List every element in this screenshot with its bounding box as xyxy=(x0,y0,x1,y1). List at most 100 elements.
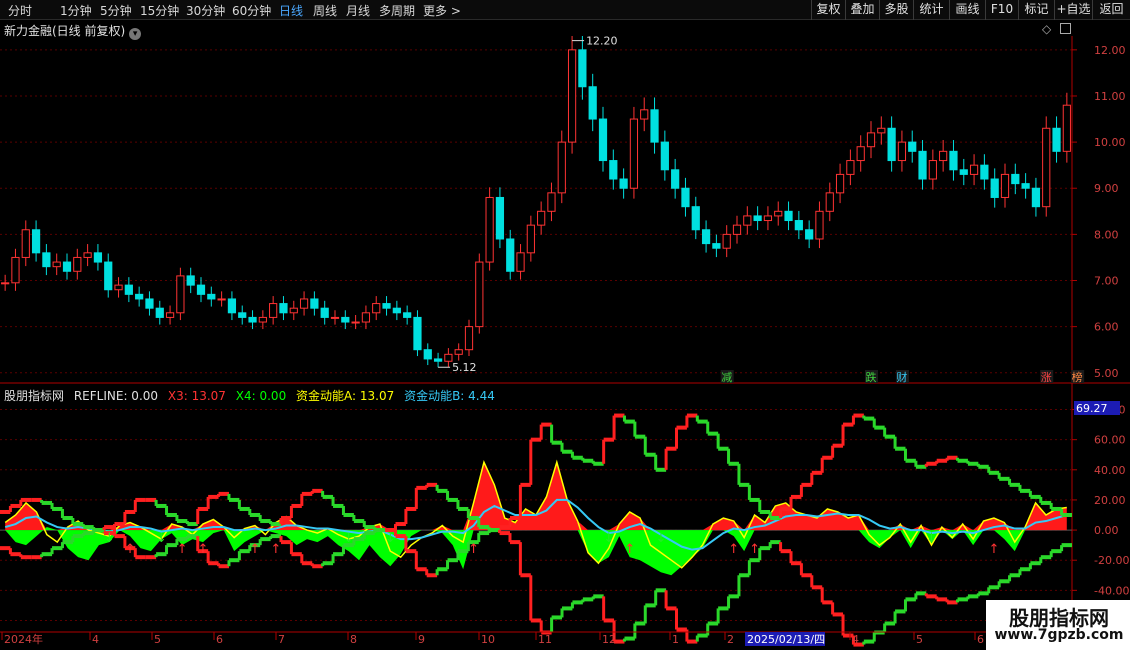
lower-band xyxy=(145,555,157,560)
x-tick-label: 1 xyxy=(672,633,679,646)
lower-band xyxy=(499,531,510,536)
lower-band xyxy=(10,552,21,557)
candle-body xyxy=(846,160,855,175)
upper-band xyxy=(457,506,469,511)
upper-band xyxy=(614,413,625,418)
lower-band xyxy=(832,612,844,617)
upper-band xyxy=(124,509,136,514)
lower-band xyxy=(156,552,167,557)
lower-band xyxy=(1019,567,1031,572)
lower-band xyxy=(1030,561,1041,566)
lower-band xyxy=(62,540,73,545)
upper-band xyxy=(967,461,979,466)
lower-band xyxy=(822,600,833,605)
upper-band xyxy=(176,519,188,524)
lower-band xyxy=(728,594,739,599)
upper-band xyxy=(645,452,656,457)
candle-body xyxy=(712,243,721,249)
candle-body xyxy=(753,215,762,222)
upper-band xyxy=(353,519,365,524)
upper-band xyxy=(405,506,417,511)
candle-body xyxy=(21,229,30,258)
upper-band xyxy=(301,491,313,496)
buy-arrow: ↑ xyxy=(468,542,479,557)
upper-band xyxy=(291,503,302,508)
candle-body xyxy=(784,210,793,222)
candle-body xyxy=(722,233,731,249)
buy-arrow: ↑ xyxy=(728,542,739,557)
lower-band xyxy=(457,549,469,554)
upper-band xyxy=(1040,500,1052,505)
candle-body xyxy=(52,261,61,268)
x-tick-label: 8 xyxy=(350,633,357,646)
lower-band xyxy=(353,537,365,542)
lower-band xyxy=(437,567,448,572)
lower-band xyxy=(509,540,521,545)
x-tick-label: 4 xyxy=(852,633,859,646)
upper-band xyxy=(447,497,458,502)
candle-body xyxy=(887,127,896,162)
upper-band xyxy=(20,497,32,502)
price-tick-label: 12.00 xyxy=(1094,44,1126,57)
candle-body xyxy=(578,49,587,88)
upper-band xyxy=(322,494,334,499)
candle-body xyxy=(547,192,556,212)
lower-band xyxy=(228,558,240,563)
upper-band xyxy=(697,419,708,424)
candle-body xyxy=(1042,127,1051,208)
candle-body xyxy=(114,284,123,291)
candle-body xyxy=(526,224,535,254)
lower-band xyxy=(957,597,968,602)
candle-body xyxy=(660,141,669,171)
upper-band xyxy=(468,516,479,521)
lower-band xyxy=(811,585,823,590)
upper-band xyxy=(624,419,635,424)
lower-band xyxy=(967,594,979,599)
sell-arrow: ↓ xyxy=(104,531,115,546)
lower-band xyxy=(905,597,916,602)
lower-band xyxy=(405,549,417,554)
lower-band xyxy=(978,591,989,596)
lower-band xyxy=(1040,555,1052,560)
x-tick-label: 12 xyxy=(602,633,616,646)
upper-band xyxy=(0,509,11,514)
candle-body xyxy=(640,109,649,120)
lower-band xyxy=(936,597,948,602)
upper-band xyxy=(509,516,521,521)
candle-body xyxy=(567,49,577,143)
candle-body xyxy=(805,229,814,240)
lower-band xyxy=(655,588,667,593)
candle-body xyxy=(372,303,381,314)
lower-band xyxy=(1061,543,1072,548)
lower-band xyxy=(863,639,875,644)
indicator-tick-label: 0.00 xyxy=(1094,524,1119,537)
upper-band xyxy=(988,470,1000,475)
price-tick-label: 8.00 xyxy=(1094,228,1119,241)
candle-body xyxy=(165,312,175,318)
candle-body xyxy=(258,316,267,323)
lower-band xyxy=(478,531,490,536)
candle-body xyxy=(990,178,999,198)
candle-body xyxy=(959,169,968,175)
lower-band xyxy=(291,552,302,557)
lower-band xyxy=(374,528,386,533)
candle-body xyxy=(1062,104,1071,152)
buy-arrow: ↑ xyxy=(988,542,999,557)
lower-band xyxy=(530,618,542,623)
upper-band xyxy=(1051,506,1062,511)
upper-band xyxy=(228,497,240,502)
candle-body xyxy=(351,321,360,324)
buy-arrow: ↑ xyxy=(270,542,281,557)
date-highlight-label: 2025/02/13/四 xyxy=(747,633,825,646)
candle-body xyxy=(691,206,700,231)
candle-body xyxy=(320,307,329,318)
upper-band xyxy=(83,525,94,530)
x-tick-label: 9 xyxy=(418,633,425,646)
lower-band xyxy=(551,615,563,620)
upper-band xyxy=(728,461,739,466)
candle-body xyxy=(949,150,958,171)
candle-body xyxy=(62,261,72,272)
upper-band xyxy=(114,522,125,527)
lower-band xyxy=(41,552,53,557)
price-tick-label: 5.00 xyxy=(1094,367,1119,380)
